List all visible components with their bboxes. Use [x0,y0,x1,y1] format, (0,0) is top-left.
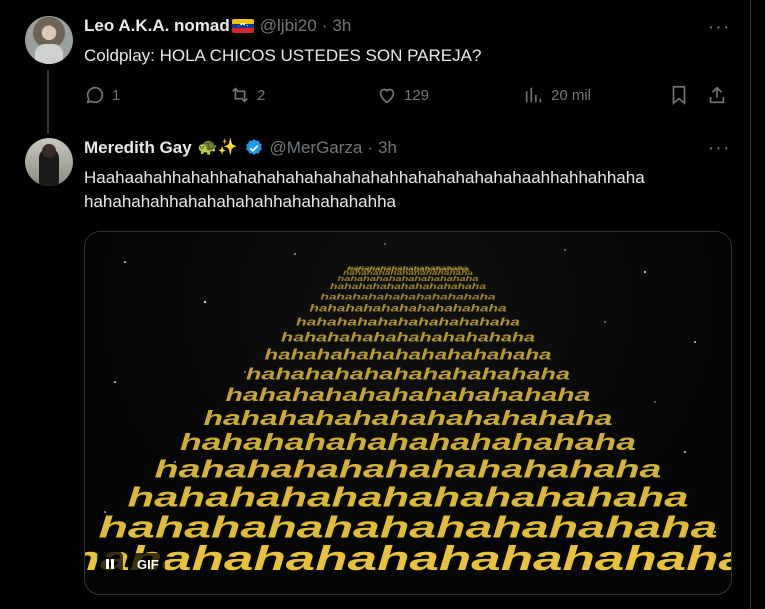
gif-media[interactable]: hahahahahahahahahahaha hahahahahahahahaha… [84,231,732,595]
text-crawl: hahahahahahahahahahahahahahahahahahahaha… [85,266,731,578]
share-button[interactable] [706,84,734,106]
bookmark-button[interactable] [668,84,696,106]
more-options-icon[interactable]: ··· [706,17,732,42]
crawl-line: hahahahahahahahahahaha [265,348,552,364]
crawl-line: hahahahahahahahahahaha [246,365,570,383]
author-handle[interactable]: @ljbi20 [260,16,317,36]
column-divider [750,0,751,609]
heart-icon [379,88,395,104]
like-count: 129 [404,86,430,104]
post-actions: 1 2 129 20 mil [84,84,734,108]
view-count: 20 mil [551,86,592,104]
views-button[interactable]: 20 mil [523,84,591,106]
crawl-line: hahahahahahahahahahaha [128,482,689,513]
name-emoji: 🐢✨ [197,139,238,156]
reply-button[interactable]: 1 [84,84,120,106]
gif-controls: GIF [97,551,165,577]
separator: · [321,16,328,35]
crawl-line: hahahahahahahahahahaha [180,429,636,455]
gif-badge: GIF [131,552,165,576]
views-chart-icon [525,87,542,103]
bookmark-icon [672,85,686,106]
pause-button[interactable] [97,551,123,577]
post-header: Meredith Gay 🐢✨ @MerGarza · 3h [84,138,397,158]
post-text: Coldplay: HOLA CHICOS USTEDES SON PAREJA… [84,46,482,65]
repost-count: 2 [257,86,266,104]
author-name[interactable]: Meredith Gay [84,138,192,158]
post-text: Haahaahahhahahhahahahahahahahahahhahahah… [84,168,645,211]
repost-icon [232,87,248,103]
crawl-line: hahahahahahahahahahaha [330,282,487,291]
crawl-line: hahahahahahahahahahaha [296,317,520,329]
crawl-line: hahahahahahahahahahaha [310,303,508,314]
avatar[interactable] [25,16,73,64]
crawl-line: hahahahahahahahahahaha [204,408,613,430]
avatar[interactable] [25,138,73,186]
separator: · [367,138,374,157]
reply-icon [86,86,104,104]
author-handle[interactable]: @MerGarza [270,138,363,158]
pause-icon [106,559,114,569]
author-name[interactable]: Leo A.K.A. nomad [84,16,230,36]
thread-connector-line [47,70,49,134]
crawl-line: hahahahahahahahahahaha [321,291,496,301]
verified-badge-icon[interactable] [244,138,264,158]
like-button[interactable]: 129 [376,84,429,106]
reply-count: 1 [112,86,121,104]
post-time[interactable]: 3h [332,16,351,36]
post-time[interactable]: 3h [378,138,397,158]
venezuela-flag-icon [231,19,254,33]
crawl-line: hahahahahahahahahahaha [226,385,591,405]
crawl-line: hahahahahahahahahahaha [85,540,731,578]
share-icon [709,86,725,104]
crawl-line: hahahahahahahahahahaha [281,331,535,345]
repost-button[interactable]: 2 [229,84,265,106]
crawl-line: hahahahahahahahahahaha [155,455,662,483]
post-header: Leo A.K.A. nomad @ljbi20 · 3h [84,16,351,36]
more-options-icon[interactable]: ··· [706,138,732,163]
